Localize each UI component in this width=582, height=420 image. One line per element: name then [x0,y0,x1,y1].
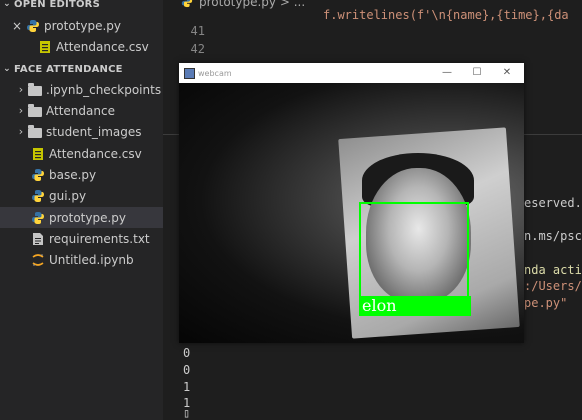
tree-item-untitled-ipynb[interactable]: Untitled.ipynb [0,249,163,270]
tree-item-label: Attendance.csv [49,146,142,161]
line-number: 42 [190,42,205,56]
folder-icon [28,103,42,118]
tree-item-label: Attendance [46,103,115,118]
csv-file-icon [33,147,43,160]
terminal-cursor: ▯ [183,406,191,420]
minimize-button[interactable]: — [433,63,461,83]
close-button[interactable]: ✕ [493,63,521,83]
open-editor-attendance-csv[interactable]: Attendance.csv [0,36,163,57]
tree-item-attendance-folder[interactable]: › Attendance [0,100,163,121]
terminal-output-line: 0 [183,346,191,360]
python-icon [32,168,44,181]
folder-icon [28,82,42,97]
text-file-icon [33,232,43,245]
webcam-titlebar[interactable]: webcam — ☐ ✕ [179,63,524,83]
csv-file-icon [40,40,50,53]
tree-item-label: requirements.txt [49,231,150,246]
chevron-down-icon: ⌄ [3,64,11,74]
tree-item-label: gui.py [49,188,87,203]
terminal-partial-line: nda activ [524,263,582,277]
open-editor-prototype[interactable]: × prototype.py [0,15,163,36]
breadcrumb[interactable]: prototype.py > ... [199,0,305,9]
explorer-sidebar: ⌄ OPEN EDITORS × prototype.py Attendance… [0,0,163,420]
notebook-icon [32,253,44,266]
python-icon [32,211,44,224]
tree-item-base-py[interactable]: base.py [0,164,163,185]
face-detection-box [359,202,469,310]
detected-name: elon [362,296,397,315]
tree-item-label: student_images [46,124,142,139]
tree-item-label: .ipynb_checkpoints [46,82,162,97]
webcam-feed: elon [179,83,524,343]
folder-icon [28,124,42,139]
python-icon [181,0,193,8]
terminal-partial-line: pe.py" [524,296,568,310]
terminal-output-line: 0 [183,363,191,377]
tree-item-ipynb-checkpoints[interactable]: › .ipynb_checkpoints [0,79,163,100]
chevron-right-icon: › [18,83,24,96]
python-icon [32,189,44,202]
line-number: 41 [190,24,205,38]
tree-item-label: base.py [49,167,97,182]
chevron-down-icon: ⌄ [3,0,11,9]
tree-item-prototype-py[interactable]: prototype.py [0,207,163,228]
terminal-partial-line: eserved. [524,196,582,210]
face-name-label: elon [359,296,471,316]
tree-item-requirements-txt[interactable]: requirements.txt [0,228,163,249]
terminal-partial-line: n.ms/psco [524,229,582,243]
tree-item-student-images[interactable]: › student_images [0,121,163,142]
tree-item-label: Untitled.ipynb [49,252,134,267]
chevron-right-icon: › [18,125,24,138]
window-title: webcam [198,68,232,78]
open-editor-label: Attendance.csv [56,39,149,54]
close-icon[interactable]: × [0,19,22,33]
tree-item-gui-py[interactable]: gui.py [0,185,163,206]
open-editors-header[interactable]: ⌄ OPEN EDITORS [0,0,163,13]
terminal-partial-line: :/Users/ [524,279,582,293]
code-line-40-partial: f.writelines(f'\n{name},{time},{da [323,8,569,22]
chevron-right-icon: › [18,104,24,117]
window-app-icon [184,67,195,79]
open-editor-label: prototype.py [44,18,122,33]
webcam-window[interactable]: webcam — ☐ ✕ elon [179,63,524,343]
maximize-button[interactable]: ☐ [463,63,491,83]
terminal-output-line: 1 [183,380,191,394]
tree-item-label: prototype.py [49,210,127,225]
tree-item-attendance-csv[interactable]: Attendance.csv [0,143,163,164]
python-icon [27,19,39,32]
project-header[interactable]: ⌄ FACE ATTENDANCE [0,60,163,78]
